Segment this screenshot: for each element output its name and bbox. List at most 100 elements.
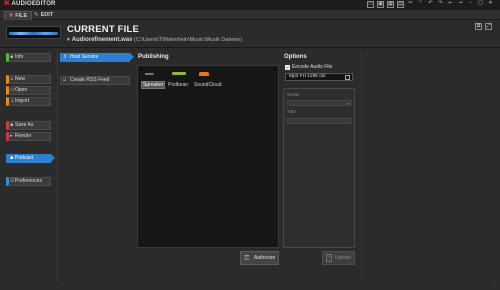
titlebar-toolbar: ▭ ▣ ▦ ▤ ✂ ⌃ ↶ ↷ ← → – □ ✕ <box>367 1 494 8</box>
float-window-icon[interactable]: ⧉ <box>475 23 482 30</box>
podcast-button[interactable]: ▪ Podcast <box>6 154 55 163</box>
resize-grip-icon[interactable]: ⋰ <box>493 282 498 288</box>
create-rss-feed-button[interactable]: ▫ Create RSS Feed <box>60 76 130 85</box>
upload-label: Upload <box>335 255 351 261</box>
save-as-button[interactable]: ▪ Save As <box>6 121 51 130</box>
service-soundcloud[interactable]: SoundCloud <box>194 69 222 89</box>
options-panel: ✓ Encode Audio File Mp3 FH 128k cbr <box>283 61 355 83</box>
tab-file-label: FILE <box>15 13 28 19</box>
open-label: Open <box>15 87 28 93</box>
host-service-button[interactable]: ⇪ Host Service <box>60 53 134 62</box>
show-label: Show <box>287 93 299 98</box>
upload-button[interactable]: ↑ Upload <box>322 251 355 265</box>
tab-bar: ▼ FILE ✎ EDIT <box>0 10 500 20</box>
edit-tab-icon: ✎ <box>34 12 39 18</box>
forward-icon[interactable]: → <box>457 1 464 8</box>
title-label: Title <box>287 110 296 115</box>
page-title: CURRENT FILE <box>67 24 140 35</box>
render-label: Render <box>15 133 32 139</box>
redo-icon[interactable]: ↷ <box>437 1 444 8</box>
preferences-icon: ☑ <box>10 178 15 184</box>
import-button[interactable]: ↓ Import <box>6 97 51 106</box>
podcast-icon: ▪ <box>10 155 14 161</box>
service-label: Spreaker <box>141 81 166 89</box>
import-label: Import <box>15 98 30 104</box>
preferences-button[interactable]: ☑ Preferences <box>6 177 51 186</box>
file-path: (C:\Users\TWidenhein\Music\Musik Dateien… <box>133 37 243 43</box>
new-button[interactable]: ▫ New <box>6 75 51 84</box>
file-info: ▾ Audiorefinement.wav (C:\Users\TWidenhei… <box>67 37 242 43</box>
info-icon: ▪ <box>10 54 14 60</box>
rss-icon: ▫ <box>63 77 67 83</box>
service-spreaker[interactable]: Spreaker <box>141 69 166 89</box>
format-selector[interactable]: Mp3 FH 128k cbr <box>285 73 353 81</box>
upload-fields-panel: Show ▾ Title <box>283 88 355 248</box>
close-icon[interactable]: ✕ <box>487 1 494 8</box>
header-controls: ⧉ ⤢ <box>475 23 492 30</box>
expand-icon[interactable]: ⤢ <box>485 23 492 30</box>
publishing-title: Publishing <box>138 54 169 60</box>
preferences-label: Preferences <box>15 178 42 184</box>
upload-cloud-icon: ⇪ <box>63 54 68 60</box>
grid-icon[interactable]: ▦ <box>387 1 394 8</box>
podcast-menu: ⇪ Host Service ▫ Create RSS Feed <box>57 50 134 282</box>
folder-icon: ▭ <box>10 87 15 93</box>
service-podbean[interactable]: Podbean <box>168 69 192 89</box>
back-icon[interactable]: ← <box>447 1 454 8</box>
app-title-text: AUDIOEDITOR <box>11 1 56 7</box>
spreaker-logo-icon <box>145 73 159 75</box>
file-tab-icon: ▼ <box>9 13 14 19</box>
key-icon: ⚿ <box>244 254 250 262</box>
show-dropdown[interactable]: ▾ <box>287 100 352 106</box>
maximize-icon[interactable]: □ <box>477 1 484 8</box>
waveform-band <box>9 32 58 35</box>
file-header: CURRENT FILE ▾ Audiorefinement.wav (C:\Us… <box>0 21 500 48</box>
app-title: Ж AUDIOEDITOR <box>4 1 56 7</box>
file-menu: ▪ Info ▫ New ▭ Open ↓ Import ▪ Save As ▸ Rende… <box>6 50 55 282</box>
publishing-services-panel: Spreaker Podbean SoundCloud <box>137 65 279 248</box>
podcast-label: Podcast <box>15 155 34 161</box>
title-bar: Ж AUDIOEDITOR ▭ ▣ ▦ ▤ ✂ ⌃ ↶ ↷ ← → – □ ✕ <box>0 0 500 10</box>
undo-icon[interactable]: ↶ <box>427 1 434 8</box>
encode-audio-checkbox[interactable]: ✓ <box>285 65 290 70</box>
import-icon: ↓ <box>10 98 15 104</box>
new-file-icon: ▫ <box>10 76 14 82</box>
format-value: Mp3 FH 128k cbr <box>289 74 326 79</box>
upload-icon: ↑ <box>326 254 332 262</box>
tab-file[interactable]: ▼ FILE <box>4 11 33 20</box>
tab-edit-label: EDIT <box>40 12 54 18</box>
service-label: Podbean <box>168 82 189 88</box>
divider <box>361 50 362 280</box>
host-service-label: Host Service <box>70 54 99 60</box>
scissors-icon[interactable]: ✂ <box>407 1 414 8</box>
render-button[interactable]: ▸ Render <box>6 132 51 141</box>
chevron-down-icon[interactable]: ▾ <box>67 37 70 43</box>
render-icon: ▸ <box>10 133 13 139</box>
chevron-down-icon: ▾ <box>346 101 349 106</box>
authorize-label: Authorize <box>254 255 276 261</box>
save-icon: ▪ <box>10 122 14 128</box>
open-button[interactable]: ▭ Open <box>6 86 51 95</box>
encode-audio-checkbox-row[interactable]: ✓ Encode Audio File <box>285 64 332 70</box>
podbean-logo-icon <box>172 72 186 75</box>
file-name: Audiorefinement.wav <box>71 37 133 43</box>
soundcloud-logo-icon <box>199 72 209 76</box>
window-icon[interactable]: ▣ <box>377 1 384 8</box>
minimize-icon[interactable]: – <box>467 1 474 8</box>
info-label: Info <box>15 54 24 60</box>
authorize-button[interactable]: ⚿ Authorize <box>240 251 279 265</box>
encode-audio-label: Encode Audio File <box>292 64 333 70</box>
layout-icon[interactable]: ▭ <box>367 1 374 8</box>
app-logo-icon: Ж <box>4 1 10 7</box>
service-label: SoundCloud <box>194 82 222 88</box>
info-button[interactable]: ▪ Info <box>6 53 51 62</box>
save-as-label: Save As <box>15 122 34 128</box>
options-title: Options <box>284 54 307 60</box>
dock-icon[interactable]: ▤ <box>397 1 404 8</box>
waveform-thumbnail[interactable] <box>6 26 61 39</box>
chevron-up-icon[interactable]: ⌃ <box>417 1 424 8</box>
title-input[interactable] <box>287 118 352 124</box>
create-rss-feed-label: Create RSS Feed <box>70 77 110 83</box>
tab-edit[interactable]: ✎ EDIT <box>30 11 57 20</box>
format-settings-icon[interactable] <box>345 74 350 80</box>
